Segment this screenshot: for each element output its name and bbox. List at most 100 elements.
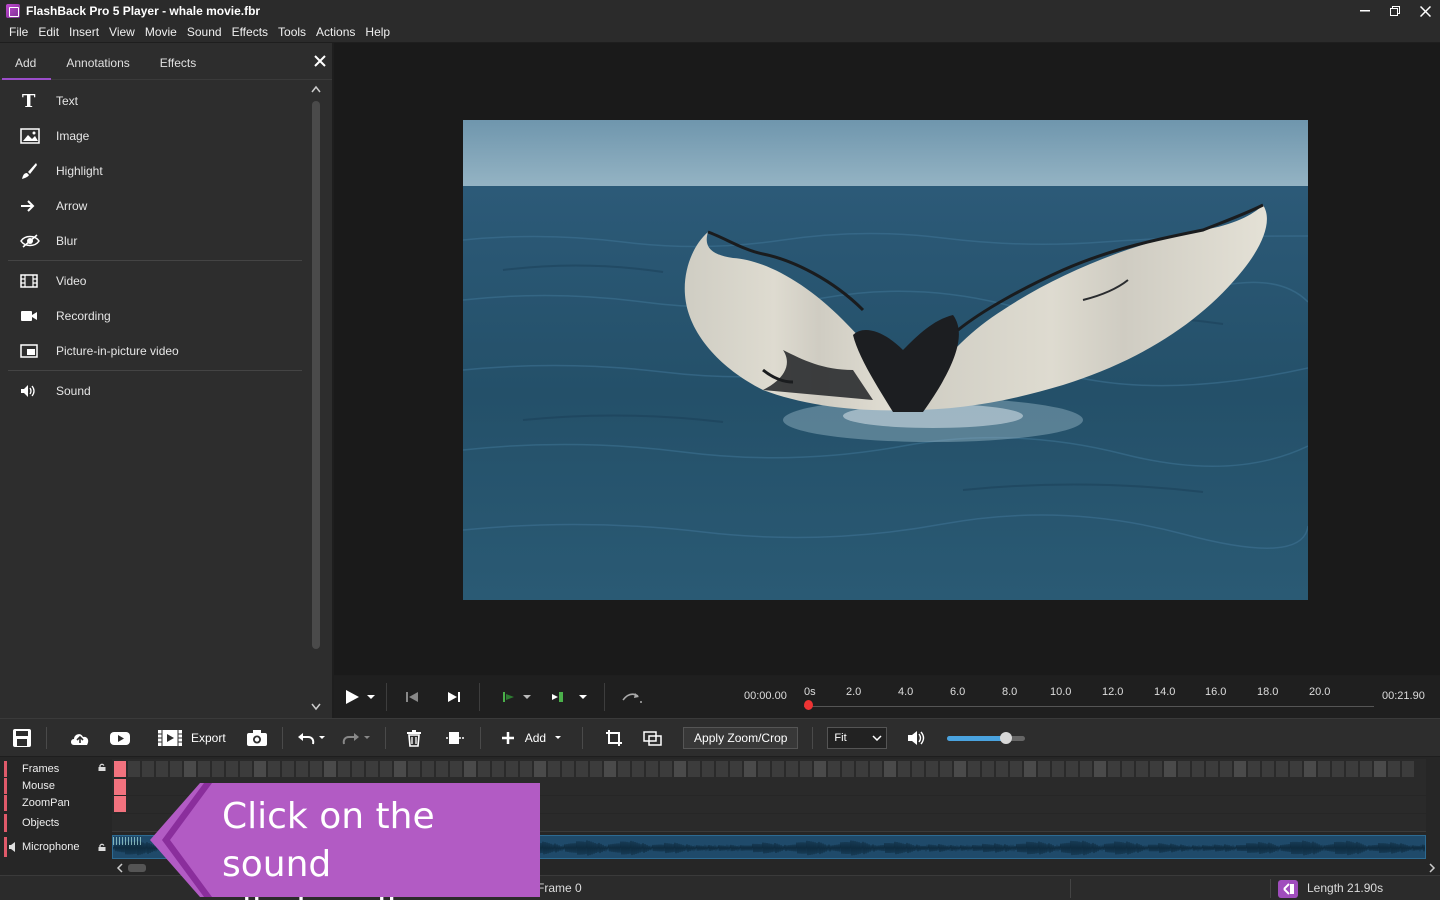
frame-cell[interactable] [730, 761, 742, 777]
frame-cell[interactable] [716, 761, 728, 777]
frame-cell[interactable] [1080, 761, 1092, 777]
frame-cell[interactable] [660, 761, 672, 777]
panel-scrollbar[interactable] [308, 83, 324, 718]
add-button[interactable]: Add [495, 723, 568, 753]
frame-cell[interactable] [562, 761, 574, 777]
frame-cell[interactable] [422, 761, 434, 777]
menu-effects[interactable]: Effects [227, 22, 273, 42]
frame-cell[interactable] [380, 761, 392, 777]
add-arrow-item[interactable]: Arrow [8, 188, 302, 223]
play-button[interactable] [344, 682, 360, 712]
frame-cell[interactable] [212, 761, 224, 777]
sound-clip-handle[interactable] [113, 837, 141, 845]
frame-cell[interactable] [296, 761, 308, 777]
add-text-item[interactable]: T Text [8, 83, 302, 118]
zoompan-marker[interactable] [114, 796, 126, 812]
frame-cell[interactable] [534, 761, 546, 777]
frame-cell[interactable] [940, 761, 952, 777]
volume-slider[interactable] [947, 731, 1026, 744]
youtube-button[interactable] [103, 723, 137, 753]
scroll-down-icon[interactable] [310, 703, 322, 713]
add-video-item[interactable]: Video [8, 263, 302, 298]
frame-cell[interactable] [968, 761, 980, 777]
delete-button[interactable] [400, 723, 428, 753]
menu-sound[interactable]: Sound [182, 22, 227, 42]
add-pip-item[interactable]: Picture-in-picture video [8, 333, 302, 368]
undo-button[interactable] [291, 723, 332, 753]
frame-cell[interactable] [450, 761, 462, 777]
track-label-zoompan[interactable]: ZoomPan [4, 795, 112, 811]
cut-frames-button[interactable] [438, 723, 472, 753]
frame-cell[interactable] [170, 761, 182, 777]
frame-cell[interactable] [1402, 761, 1414, 777]
close-window-button[interactable] [1410, 0, 1440, 22]
frame-cell[interactable] [744, 761, 756, 777]
frame-cell[interactable] [1262, 761, 1274, 777]
frame-cell[interactable] [828, 761, 840, 777]
frame-cell[interactable] [800, 761, 812, 777]
frame-cell[interactable] [1290, 761, 1302, 777]
add-image-item[interactable]: Image [8, 118, 302, 153]
frame-cell[interactable] [688, 761, 700, 777]
frame-cell[interactable] [1374, 761, 1386, 777]
frame-cell[interactable] [464, 761, 476, 777]
frame-cell[interactable] [1122, 761, 1134, 777]
frame-cell[interactable] [1388, 761, 1400, 777]
frame-cell[interactable] [1164, 761, 1176, 777]
frame-cell[interactable] [1108, 761, 1120, 777]
snapshot-button[interactable] [240, 723, 274, 753]
frame-cell[interactable] [1360, 761, 1372, 777]
frame-cell[interactable] [954, 761, 966, 777]
frame-cell[interactable] [1234, 761, 1246, 777]
track-label-microphone[interactable]: Microphone [4, 837, 112, 857]
frame-cell[interactable] [926, 761, 938, 777]
frame-cell[interactable] [604, 761, 616, 777]
mute-button[interactable] [901, 723, 933, 753]
frame-cell[interactable] [870, 761, 882, 777]
frame-cell[interactable] [772, 761, 784, 777]
frame-cell[interactable] [590, 761, 602, 777]
frame-cell[interactable] [1178, 761, 1190, 777]
frame-cell[interactable] [1318, 761, 1330, 777]
save-button[interactable] [6, 723, 38, 753]
frame-cell[interactable] [506, 761, 518, 777]
redo-button[interactable] [336, 723, 377, 753]
frame-cell[interactable] [156, 761, 168, 777]
frame-cell[interactable] [184, 761, 196, 777]
frame-cell[interactable] [142, 761, 154, 777]
frame-cell[interactable] [982, 761, 994, 777]
tab-add[interactable]: Add [0, 56, 52, 80]
frame-cell[interactable] [436, 761, 448, 777]
frame-cell[interactable] [1346, 761, 1358, 777]
loop-button[interactable] [621, 682, 643, 712]
frame-cell[interactable] [352, 761, 364, 777]
frame-cell[interactable] [1010, 761, 1022, 777]
add-highlight-item[interactable]: Highlight [8, 153, 302, 188]
frame-cell[interactable] [198, 761, 210, 777]
frame-cell[interactable] [1150, 761, 1162, 777]
frame-cell[interactable] [310, 761, 322, 777]
frame-cell[interactable] [1248, 761, 1260, 777]
frame-cell[interactable] [268, 761, 280, 777]
mark-in-dropdown[interactable] [522, 682, 532, 712]
frame-cell[interactable] [254, 761, 266, 777]
frame-cell[interactable] [492, 761, 504, 777]
frame-cell[interactable] [646, 761, 658, 777]
minimize-button[interactable] [1350, 0, 1380, 22]
add-recording-item[interactable]: Recording [8, 298, 302, 333]
frame-cell[interactable] [1332, 761, 1344, 777]
frame-cell[interactable] [912, 761, 924, 777]
tab-effects[interactable]: Effects [145, 56, 211, 79]
menu-help[interactable]: Help [360, 22, 395, 42]
frame-cell[interactable] [1038, 761, 1050, 777]
menu-tools[interactable]: Tools [273, 22, 311, 42]
scroll-up-icon[interactable] [310, 85, 322, 95]
frame-cell[interactable] [520, 761, 532, 777]
frame-cell[interactable] [324, 761, 336, 777]
frame-cell[interactable] [394, 761, 406, 777]
time-ruler[interactable]: 0s 2.0 4.0 6.0 8.0 10.0 12.0 14.0 16.0 1… [804, 684, 1374, 712]
frame-marker[interactable] [114, 761, 126, 777]
track-label-frames[interactable]: Frames [4, 761, 112, 777]
crop-button[interactable] [599, 723, 629, 753]
frame-cell[interactable] [576, 761, 588, 777]
